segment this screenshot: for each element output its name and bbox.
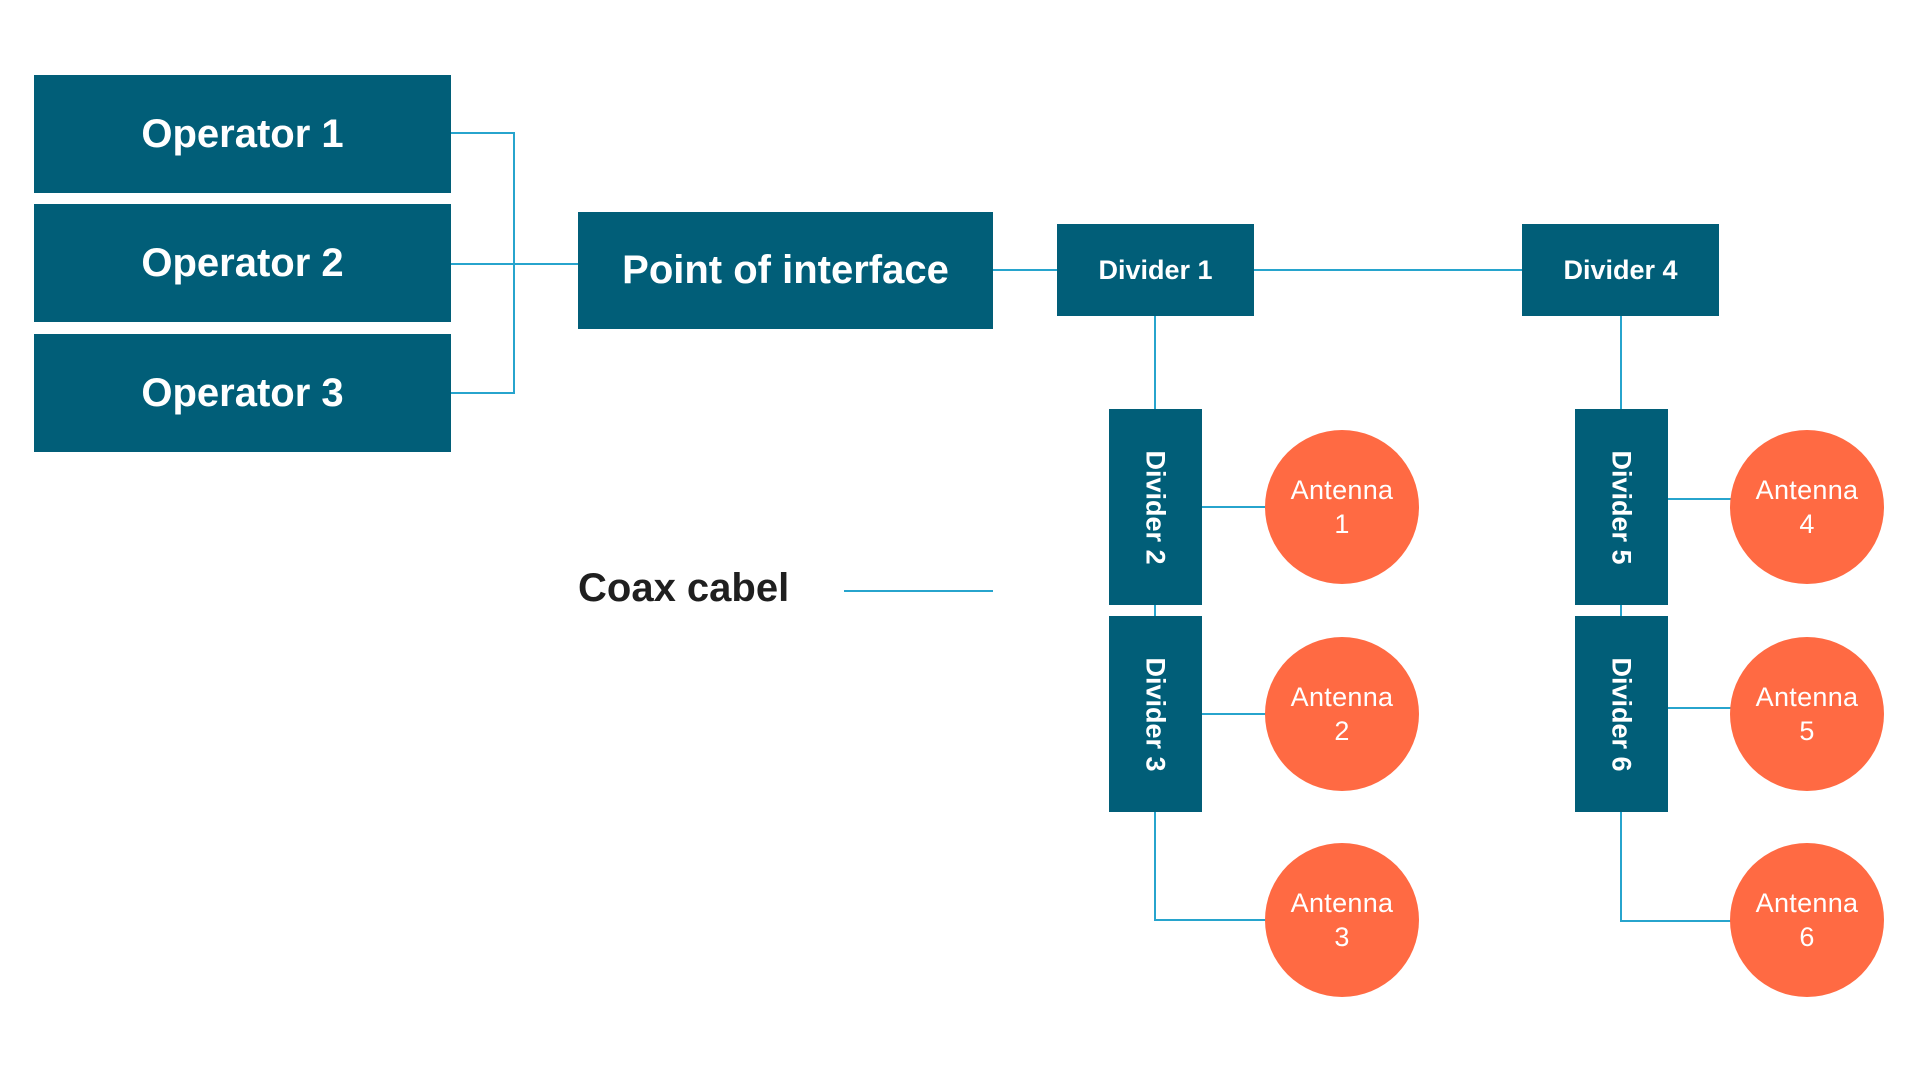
antenna-1-label: Antenna	[1290, 475, 1394, 505]
point-of-interface-box: Point of interface	[578, 212, 993, 329]
antenna-1: Antenna 1	[1265, 430, 1419, 584]
antenna-4-label: Antenna	[1755, 475, 1859, 505]
antenna-1-number: 1	[1334, 509, 1350, 539]
operator-1-label: Operator 1	[141, 111, 344, 156]
operator-2-box: Operator 2	[34, 204, 451, 322]
legend-coax-label: Coax cabel	[578, 566, 790, 610]
antenna-2: Antenna 2	[1265, 637, 1419, 791]
cable-divider-4-divider-5	[1620, 316, 1622, 409]
cable-operator-3	[451, 392, 515, 394]
cable-divider-5-antenna-4	[1667, 498, 1731, 500]
cable-divider-6-antenna-6-vertical	[1620, 811, 1622, 922]
divider-4-box: Divider 4	[1522, 224, 1719, 316]
antenna-6-number: 6	[1799, 922, 1815, 952]
cable-divider-1-divider-4	[1254, 269, 1522, 271]
antenna-6: Antenna 6	[1730, 843, 1884, 997]
cable-poi-divider-1	[993, 269, 1057, 271]
antenna-6-label: Antenna	[1755, 888, 1859, 918]
operator-3-box: Operator 3	[34, 334, 451, 452]
antenna-4: Antenna 4	[1730, 430, 1884, 584]
cable-divider-6-antenna-5	[1667, 707, 1731, 709]
divider-3-box: Divider 3	[1109, 616, 1202, 812]
divider-2-box: Divider 2	[1109, 409, 1202, 605]
antenna-3-number: 3	[1334, 922, 1350, 952]
cable-divider-3-antenna-3-vertical	[1154, 811, 1156, 921]
divider-2-label: Divider 2	[1141, 449, 1171, 565]
divider-4-label: Divider 4	[1563, 254, 1678, 285]
cable-divider-3-antenna-2	[1201, 713, 1266, 715]
divider-5-box: Divider 5	[1575, 409, 1668, 605]
operator-3-label: Operator 3	[141, 370, 344, 415]
cable-divider-5-divider-6	[1620, 604, 1622, 616]
cable-operator-bus	[513, 132, 515, 394]
legend-coax-line	[844, 590, 993, 592]
antenna-5-label: Antenna	[1755, 682, 1859, 712]
divider-3-label: Divider 3	[1141, 656, 1171, 772]
antenna-4-number: 4	[1799, 509, 1815, 539]
antenna-3: Antenna 3	[1265, 843, 1419, 997]
antenna-3-label: Antenna	[1290, 888, 1394, 918]
antenna-2-label: Antenna	[1290, 682, 1394, 712]
divider-6-box: Divider 6	[1575, 616, 1668, 812]
antenna-2-number: 2	[1334, 716, 1350, 746]
divider-5-label: Divider 5	[1607, 449, 1637, 565]
divider-6-label: Divider 6	[1607, 656, 1637, 772]
antenna-5: Antenna 5	[1730, 637, 1884, 791]
cable-divider-2-antenna-1	[1201, 506, 1266, 508]
cable-operator-1	[451, 132, 515, 134]
cable-divider-2-divider-3	[1154, 604, 1156, 616]
divider-1-box: Divider 1	[1057, 224, 1254, 316]
operator-1-box: Operator 1	[34, 75, 451, 193]
cable-divider-1-divider-2	[1154, 316, 1156, 409]
point-of-interface-label: Point of interface	[622, 248, 949, 292]
divider-1-label: Divider 1	[1098, 254, 1213, 285]
operator-2-label: Operator 2	[141, 240, 344, 285]
antenna-5-number: 5	[1799, 716, 1815, 746]
cable-divider-6-antenna-6-horizontal	[1620, 920, 1731, 922]
cable-divider-3-antenna-3-horizontal	[1154, 919, 1266, 921]
